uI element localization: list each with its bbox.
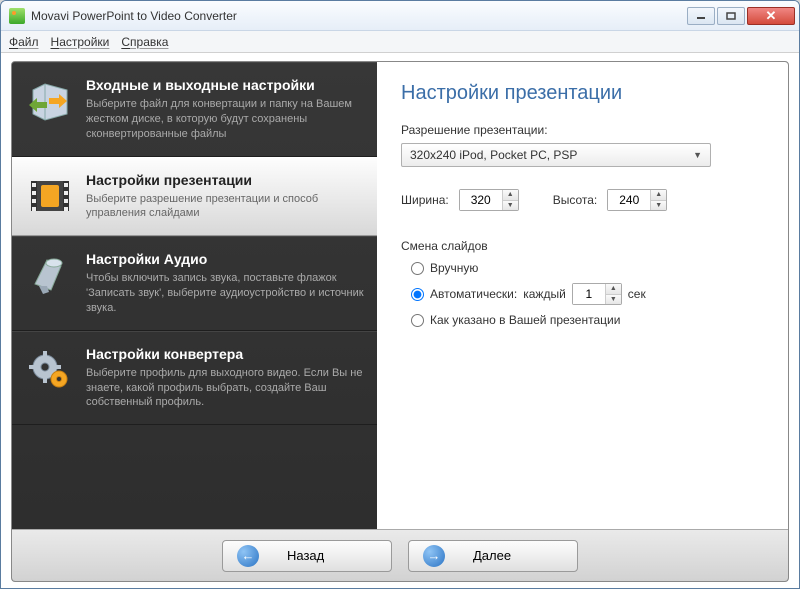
interval-spinner[interactable]: ▲▼ xyxy=(572,283,622,305)
button-bar: ← Назад → Далее xyxy=(12,529,788,581)
sidebar-item-desc: Выберите файл для конвертации и папку на… xyxy=(86,97,365,142)
main-frame: Входные и выходные настройки Выберите фа… xyxy=(11,61,789,582)
sidebar-item-desc: Выберите разрешение презентации и способ… xyxy=(86,192,365,222)
sidebar-item-title: Настройки презентации xyxy=(86,172,365,188)
radio-auto-label: Автоматически: xyxy=(430,287,517,301)
menubar: Файл Настройки Справка xyxy=(1,31,799,53)
settings-panel: Настройки презентации Разрешение презент… xyxy=(377,62,788,529)
sidebar-item-title: Настройки конвертера xyxy=(86,346,365,362)
megaphone-icon xyxy=(26,251,74,299)
resolution-dropdown[interactable]: 320x240 iPod, Pocket PC, PSP ▼ xyxy=(401,143,711,167)
titlebar: Movavi PowerPoint to Video Converter ✕ xyxy=(1,1,799,31)
resolution-value: 320x240 iPod, Pocket PC, PSP xyxy=(410,148,577,162)
menu-settings[interactable]: Настройки xyxy=(51,35,110,49)
close-button[interactable]: ✕ xyxy=(747,7,795,25)
filmstrip-icon xyxy=(26,172,74,220)
gears-icon xyxy=(26,346,74,394)
height-spinner[interactable]: ▲▼ xyxy=(607,189,667,211)
height-input[interactable] xyxy=(608,190,650,210)
chevron-down-icon: ▼ xyxy=(693,150,702,160)
back-button-label: Назад xyxy=(287,548,324,563)
app-window: Movavi PowerPoint to Video Converter ✕ Ф… xyxy=(0,0,800,589)
width-input[interactable] xyxy=(460,190,502,210)
sidebar-item-desc: Чтобы включить запись звука, поставьте ф… xyxy=(86,271,365,316)
sidebar-item-title: Настройки Аудио xyxy=(86,251,365,267)
radio-manual[interactable]: Вручную xyxy=(411,261,764,275)
arrow-left-icon: ← xyxy=(237,545,259,567)
content-row: Входные и выходные настройки Выберите фа… xyxy=(12,62,788,529)
app-icon xyxy=(9,8,25,24)
radio-as-in-presentation[interactable]: Как указано в Вашей презентации xyxy=(411,313,764,327)
window-title: Movavi PowerPoint to Video Converter xyxy=(31,9,687,23)
panel-heading: Настройки презентации xyxy=(401,82,764,105)
menu-help[interactable]: Справка xyxy=(121,35,168,49)
next-button-label: Далее xyxy=(473,548,511,563)
radio-auto[interactable]: Автоматически: каждый ▲▼ сек xyxy=(411,283,764,305)
folder-arrows-icon xyxy=(26,77,74,125)
radio-manual-label: Вручную xyxy=(430,261,478,275)
height-label: Высота: xyxy=(553,193,598,207)
width-label: Ширина: xyxy=(401,193,449,207)
sidebar-item-io-settings[interactable]: Входные и выходные настройки Выберите фа… xyxy=(12,62,377,157)
radio-manual-input[interactable] xyxy=(411,262,424,275)
sidebar-item-desc: Выберите профиль для выходного видео. Ес… xyxy=(86,366,365,411)
spinner-down-icon[interactable]: ▼ xyxy=(651,201,666,211)
resolution-label: Разрешение презентации: xyxy=(401,123,764,137)
next-button[interactable]: → Далее xyxy=(408,540,578,572)
sidebar-item-presentation-settings[interactable]: Настройки презентации Выберите разрешени… xyxy=(12,157,377,237)
width-spinner[interactable]: ▲▼ xyxy=(459,189,519,211)
spinner-up-icon[interactable]: ▲ xyxy=(503,190,518,201)
window-controls: ✕ xyxy=(687,7,795,25)
interval-input[interactable] xyxy=(573,284,605,304)
sidebar-item-title: Входные и выходные настройки xyxy=(86,77,365,93)
radio-auto-input[interactable] xyxy=(411,288,424,301)
sidebar: Входные и выходные настройки Выберите фа… xyxy=(12,62,377,529)
spinner-down-icon[interactable]: ▼ xyxy=(606,295,621,305)
auto-every-label: каждый xyxy=(523,287,566,301)
spinner-up-icon[interactable]: ▲ xyxy=(651,190,666,201)
radio-asin-label: Как указано в Вашей презентации xyxy=(430,313,620,327)
sidebar-item-audio-settings[interactable]: Настройки Аудио Чтобы включить запись зв… xyxy=(12,236,377,331)
menu-file[interactable]: Файл xyxy=(9,35,39,49)
sidebar-item-converter-settings[interactable]: Настройки конвертера Выберите профиль дл… xyxy=(12,331,377,426)
slide-change-label: Смена слайдов xyxy=(401,239,764,253)
spinner-down-icon[interactable]: ▼ xyxy=(503,201,518,211)
auto-sec-label: сек xyxy=(628,287,646,301)
minimize-button[interactable] xyxy=(687,7,715,25)
maximize-button[interactable] xyxy=(717,7,745,25)
back-button[interactable]: ← Назад xyxy=(222,540,392,572)
spinner-up-icon[interactable]: ▲ xyxy=(606,284,621,295)
arrow-right-icon: → xyxy=(423,545,445,567)
radio-asin-input[interactable] xyxy=(411,314,424,327)
